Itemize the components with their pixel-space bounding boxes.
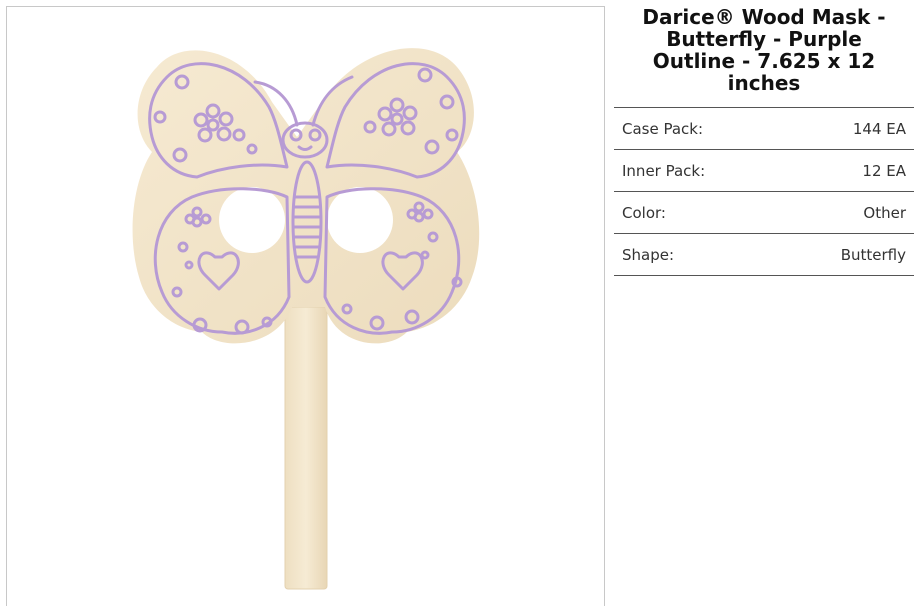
spec-row-shape: Shape: Butterfly <box>614 234 914 276</box>
butterfly-mask-image <box>132 48 480 590</box>
spec-value: Other <box>863 203 906 222</box>
product-image-frame <box>6 6 605 606</box>
spec-label: Shape: <box>622 245 675 264</box>
spec-label: Inner Pack: <box>622 161 706 180</box>
spec-label: Case Pack: <box>622 119 704 138</box>
spec-label: Color: <box>622 203 666 222</box>
product-title: Darice® Wood Mask - Butterfly - Purple O… <box>642 5 886 95</box>
spec-row-inner-pack: Inner Pack: 12 EA <box>614 150 914 192</box>
spec-row-color: Color: Other <box>614 192 914 234</box>
spec-value: 144 EA <box>852 119 906 138</box>
spec-row-case-pack: Case Pack: 144 EA <box>614 108 914 150</box>
spec-value: 12 EA <box>862 161 906 180</box>
specs-table: Case Pack: 144 EA Inner Pack: 12 EA Colo… <box>614 107 914 276</box>
product-details: Darice® Wood Mask - Butterfly - Purple O… <box>614 0 914 276</box>
spec-value: Butterfly <box>840 245 906 264</box>
